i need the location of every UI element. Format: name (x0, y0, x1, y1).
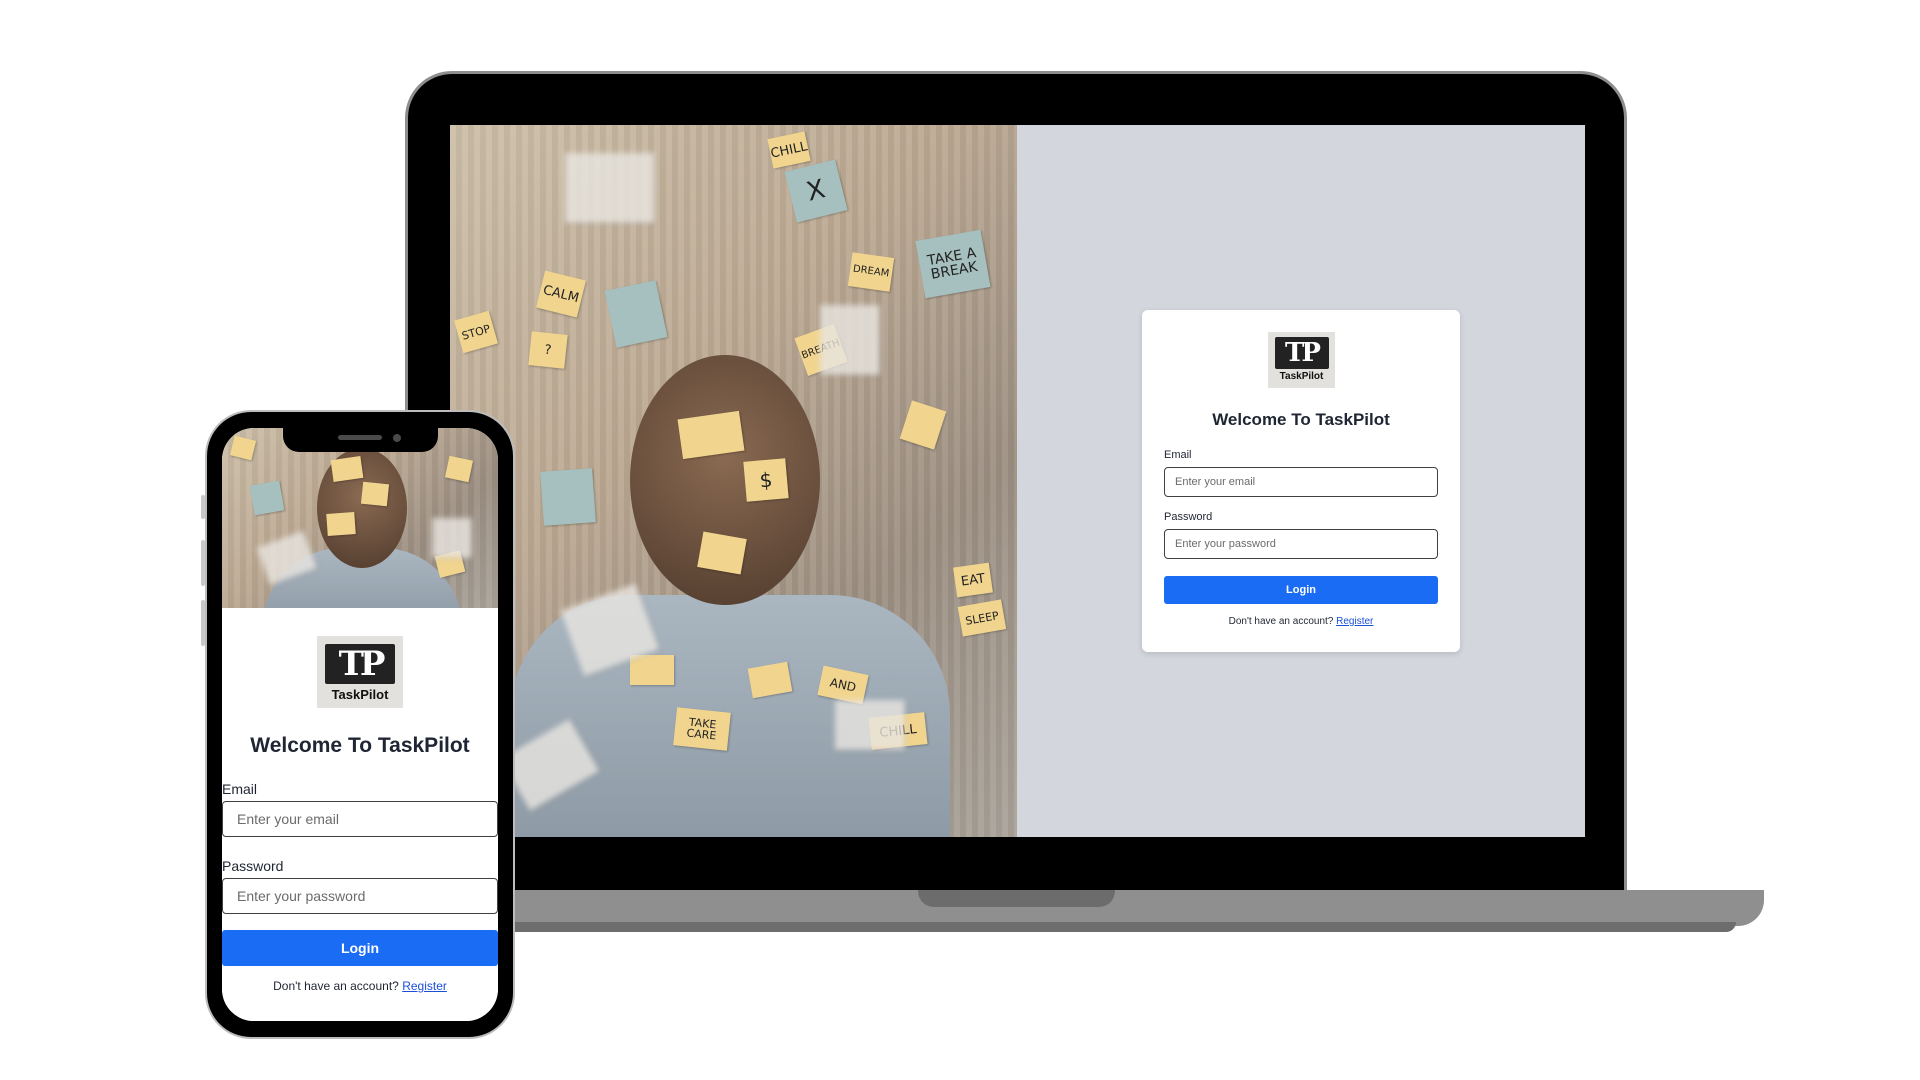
sticky-note: ? (528, 331, 568, 369)
phone-screen: TP TaskPilot Welcome To TaskPilot Email … (222, 428, 498, 1021)
sticky-note-text: $ (758, 467, 774, 493)
taskpilot-logo: TP TaskPilot (317, 636, 403, 708)
login-panel: TP TaskPilot Welcome To TaskPilot Email … (1017, 125, 1585, 837)
register-prompt: Don't have an account? Register (222, 979, 498, 993)
sticky-note-text: CALM (541, 282, 581, 306)
blurred-note (835, 700, 905, 750)
sticky-note-text: DREAM (852, 263, 890, 280)
logo-brand-name: TaskPilot (331, 687, 389, 702)
sticky-note (540, 468, 596, 526)
sticky-note-text: STOP (460, 321, 492, 343)
welcome-title: Welcome To TaskPilot (250, 734, 470, 757)
phone-side-button (201, 540, 205, 586)
sticky-note (630, 655, 674, 685)
password-label: Password (1164, 511, 1213, 523)
sticky-note: EAT (953, 562, 993, 598)
hero-photo: CHILL TAKE A BREAK EAT SLEEP CALM STOP $… (450, 125, 1017, 837)
laptop-base-shadow (340, 922, 1736, 932)
sticky-note (330, 456, 364, 482)
sticky-note (677, 410, 745, 460)
email-field[interactable] (222, 801, 498, 837)
sticky-note (326, 512, 356, 536)
sticky-note: TAKE A BREAK (915, 229, 991, 299)
sticky-note (697, 531, 747, 575)
login-button[interactable]: Login (1164, 576, 1438, 604)
logo-mark: TP (1274, 337, 1329, 369)
blurred-note (432, 518, 472, 558)
laptop-trackpad-notch (918, 890, 1115, 907)
register-link[interactable]: Register (402, 979, 447, 993)
sticky-note-text: ? (543, 342, 553, 358)
login-card: TP TaskPilot Welcome To TaskPilot Email … (1142, 310, 1460, 652)
logo-brand-name: TaskPilot (1279, 371, 1324, 382)
register-prompt-text: Don't have an account? (273, 979, 399, 993)
hero-photo (222, 428, 498, 608)
sticky-note: $ (743, 458, 789, 502)
taskpilot-logo: TP TaskPilot (1268, 332, 1335, 388)
logo-mark: TP (325, 644, 395, 684)
sticky-note-text: CHILL (769, 138, 809, 162)
sticky-note (360, 481, 390, 507)
password-label: Password (222, 858, 284, 874)
login-button[interactable]: Login (222, 930, 498, 966)
register-prompt: Don't have an account? Register (1142, 616, 1460, 627)
sticky-note-text: EAT (960, 570, 986, 590)
sticky-note-text: AND (828, 675, 858, 695)
sticky-note (444, 455, 474, 483)
password-field[interactable] (1164, 529, 1438, 559)
password-field[interactable] (222, 878, 498, 914)
register-link[interactable]: Register (1336, 616, 1373, 627)
email-field[interactable] (1164, 467, 1438, 497)
sticky-note: DREAM (847, 252, 895, 292)
email-label: Email (222, 781, 258, 797)
sticky-note-text: SLEEP (964, 608, 1000, 628)
sticky-note-text: TAKE A BREAK (926, 244, 979, 283)
register-prompt-text: Don't have an account? (1228, 616, 1334, 627)
sticky-note-text: TAKE CARE (685, 715, 717, 743)
sticky-note-text: X (803, 174, 829, 208)
email-label: Email (1164, 449, 1192, 461)
welcome-title: Welcome To TaskPilot (1212, 410, 1390, 429)
phone-camera (393, 434, 401, 442)
phone-notch (283, 428, 438, 452)
sticky-note (249, 480, 285, 516)
phone-speaker (338, 435, 382, 440)
blurred-note (820, 305, 880, 375)
phone-side-button (201, 495, 205, 519)
mobile-login-form: TP TaskPilot Welcome To TaskPilot Email … (222, 608, 498, 1021)
blurred-note (565, 153, 655, 223)
laptop-screen: CHILL TAKE A BREAK EAT SLEEP CALM STOP $… (450, 125, 1585, 837)
phone-side-button (201, 600, 205, 646)
sticky-note: TAKE CARE (673, 707, 731, 751)
